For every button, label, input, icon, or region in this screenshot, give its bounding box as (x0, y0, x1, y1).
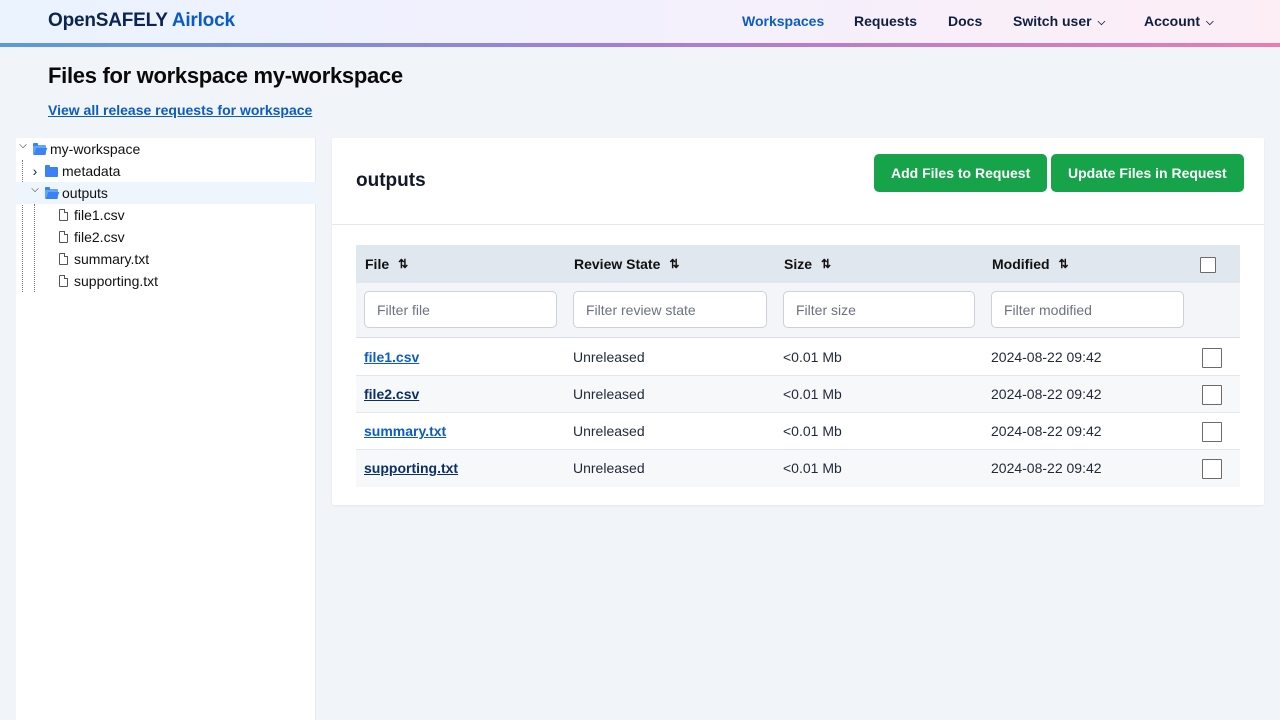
tree-item-label: my-workspace (50, 141, 141, 157)
file-size: <0.01 Mb (783, 386, 842, 402)
tree-item-file2-csv[interactable]: file2.csv (16, 226, 316, 248)
tree-item-label: metadata (62, 163, 121, 179)
tree-item-label: file1.csv (74, 207, 125, 223)
row-checkbox[interactable] (1202, 459, 1222, 479)
top-header: OpenSAFELY Airlock Workspaces Requests D… (0, 0, 1280, 48)
file-icon (59, 231, 68, 243)
chevron-down-icon[interactable]: ⌵ (30, 184, 40, 195)
column-header-modified[interactable]: Modified ⇅ (992, 256, 1069, 272)
select-all-checkbox[interactable] (1200, 257, 1216, 273)
tree-item-my-workspace[interactable]: ⌵ my-workspace (16, 138, 316, 160)
file-icon (59, 209, 68, 221)
directory-panel: outputs Add Files to Request Update File… (332, 138, 1264, 505)
file-size: <0.01 Mb (783, 423, 842, 439)
column-label: Review State (574, 256, 661, 272)
column-header-file[interactable]: File ⇅ (365, 256, 408, 272)
table-header: File ⇅ Review State ⇅ Size ⇅ Modified ⇅ (356, 245, 1240, 283)
table-row: file2.csv Unreleased <0.01 Mb 2024-08-22… (356, 376, 1240, 413)
modified-date: 2024-08-22 09:42 (991, 423, 1102, 439)
add-files-to-request-button[interactable]: Add Files to Request (874, 154, 1048, 192)
tree-item-summary-txt[interactable]: summary.txt (16, 248, 316, 270)
table-row: supporting.txt Unreleased <0.01 Mb 2024-… (356, 450, 1240, 487)
file-link[interactable]: file1.csv (364, 349, 419, 365)
folder-open-icon (33, 143, 46, 155)
nav-switch-user[interactable]: Switch user ⌵ (1013, 13, 1105, 29)
review-state: Unreleased (573, 460, 645, 476)
file-link[interactable]: supporting.txt (364, 460, 458, 476)
row-checkbox[interactable] (1202, 385, 1222, 405)
tree-item-label: file2.csv (74, 229, 125, 245)
sort-icon[interactable]: ⇅ (669, 257, 679, 271)
modified-date: 2024-08-22 09:42 (991, 386, 1102, 402)
column-header-review-state[interactable]: Review State ⇅ (574, 256, 679, 272)
filter-review-state-input[interactable] (573, 291, 767, 328)
row-checkbox[interactable] (1202, 348, 1222, 368)
tree-item-label: outputs (62, 185, 108, 201)
tree-item-supporting-txt[interactable]: supporting.txt (16, 270, 316, 292)
header-gradient-bar (0, 43, 1280, 47)
chevron-down-icon[interactable]: ⌵ (18, 140, 28, 151)
file-size: <0.01 Mb (783, 349, 842, 365)
nav-workspaces[interactable]: Workspaces (742, 13, 824, 29)
sort-icon[interactable]: ⇅ (398, 257, 408, 271)
column-label: File (365, 256, 390, 272)
column-label: Modified (992, 256, 1050, 272)
tree-item-label: supporting.txt (74, 273, 159, 289)
folder-open-icon (45, 187, 58, 199)
file-tree-sidebar: ⌵ my-workspace › metadata ⌵ outputs file… (16, 138, 316, 720)
tree-item-metadata[interactable]: › metadata (16, 160, 316, 182)
chevron-down-icon: ⌵ (1206, 17, 1214, 28)
nav-docs[interactable]: Docs (948, 13, 982, 29)
chevron-down-icon: ⌵ (1097, 17, 1106, 28)
filter-size-input[interactable] (783, 291, 975, 328)
nav-requests[interactable]: Requests (854, 13, 917, 29)
nav-switch-user-label: Switch user (1013, 13, 1092, 29)
review-state: Unreleased (573, 349, 645, 365)
review-state: Unreleased (573, 386, 645, 402)
sort-icon[interactable]: ⇅ (1059, 257, 1069, 271)
table-row: file1.csv Unreleased <0.01 Mb 2024-08-22… (356, 339, 1240, 376)
sort-icon[interactable]: ⇅ (821, 257, 831, 271)
column-label: Size (784, 256, 813, 272)
tree-item-file1-csv[interactable]: file1.csv (16, 204, 316, 226)
filter-modified-input[interactable] (991, 291, 1184, 328)
file-link[interactable]: summary.txt (364, 423, 446, 439)
panel-title: outputs (356, 170, 426, 191)
file-link[interactable]: file2.csv (364, 386, 419, 402)
row-checkbox[interactable] (1202, 422, 1222, 442)
nav-account[interactable]: Account ⌵ (1144, 13, 1214, 29)
modified-date: 2024-08-22 09:42 (991, 460, 1102, 476)
file-icon (59, 253, 68, 265)
update-files-in-request-button[interactable]: Update Files in Request (1051, 154, 1244, 192)
tree-item-label: summary.txt (74, 251, 150, 267)
nav-account-label: Account (1144, 13, 1200, 29)
tree-item-outputs[interactable]: ⌵ outputs (16, 182, 316, 204)
filter-row (356, 283, 1240, 338)
filter-file-input[interactable] (364, 291, 557, 328)
column-header-size[interactable]: Size ⇅ (784, 256, 831, 272)
file-size: <0.01 Mb (783, 460, 842, 476)
table-row: summary.txt Unreleased <0.01 Mb 2024-08-… (356, 413, 1240, 450)
review-state: Unreleased (573, 423, 645, 439)
folder-icon (45, 165, 58, 177)
file-icon (59, 275, 68, 287)
page-title: Files for workspace my-workspace (48, 63, 403, 88)
modified-date: 2024-08-22 09:42 (991, 349, 1102, 365)
panel-divider (332, 224, 1264, 225)
view-release-requests-link[interactable]: View all release requests for workspace (48, 102, 312, 118)
main-nav: Workspaces Requests Docs Switch user ⌵ Ac… (0, 13, 1280, 33)
chevron-right-icon[interactable]: › (30, 163, 40, 179)
